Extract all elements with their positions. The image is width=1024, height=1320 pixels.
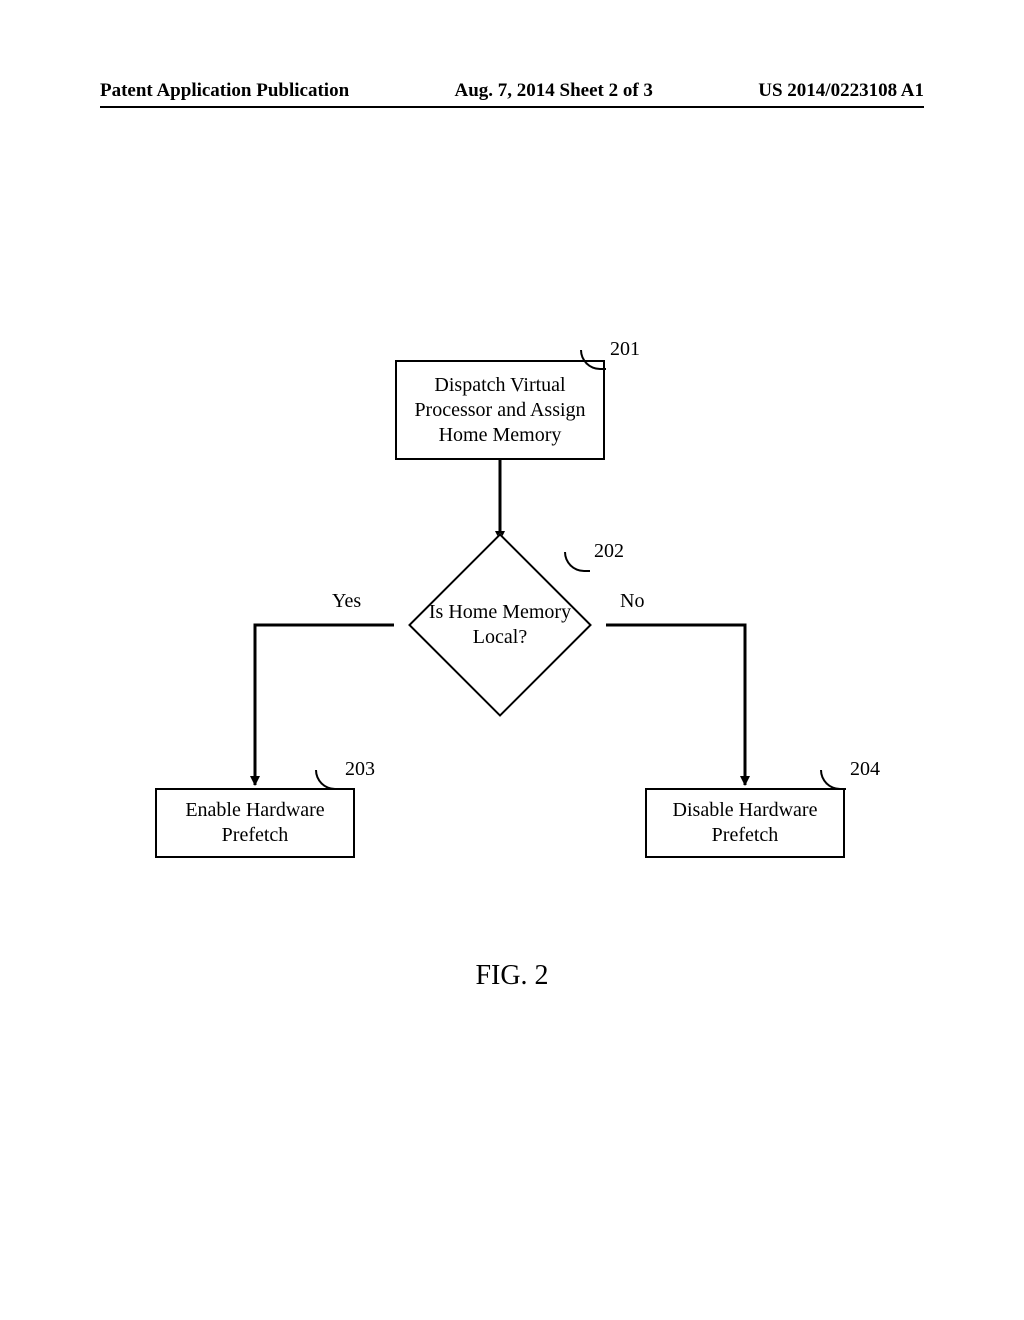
- node-decision-text: Is Home Memory Local?: [425, 600, 575, 650]
- ref-204: 204: [850, 758, 880, 781]
- page-header: Patent Application Publication Aug. 7, 2…: [100, 80, 924, 108]
- edge-yes-label: Yes: [332, 590, 361, 613]
- ref-203: 203: [345, 758, 375, 781]
- node-disable-prefetch-text: Disable Hardware Prefetch: [657, 798, 833, 848]
- header-center: Aug. 7, 2014 Sheet 2 of 3: [454, 80, 652, 102]
- edge-no-label: No: [620, 590, 644, 613]
- node-disable-prefetch: Disable Hardware Prefetch: [645, 788, 845, 858]
- figure-caption: FIG. 2: [0, 960, 1024, 992]
- ref-202: 202: [594, 540, 624, 563]
- node-enable-prefetch: Enable Hardware Prefetch: [155, 788, 355, 858]
- node-dispatch: Dispatch Virtual Processor and Assign Ho…: [395, 360, 605, 460]
- header-left: Patent Application Publication: [100, 80, 349, 102]
- ref-201: 201: [610, 338, 640, 361]
- node-dispatch-text: Dispatch Virtual Processor and Assign Ho…: [407, 373, 593, 448]
- flowchart: Dispatch Virtual Processor and Assign Ho…: [0, 330, 1024, 930]
- node-enable-prefetch-text: Enable Hardware Prefetch: [167, 798, 343, 848]
- header-right: US 2014/0223108 A1: [758, 80, 924, 102]
